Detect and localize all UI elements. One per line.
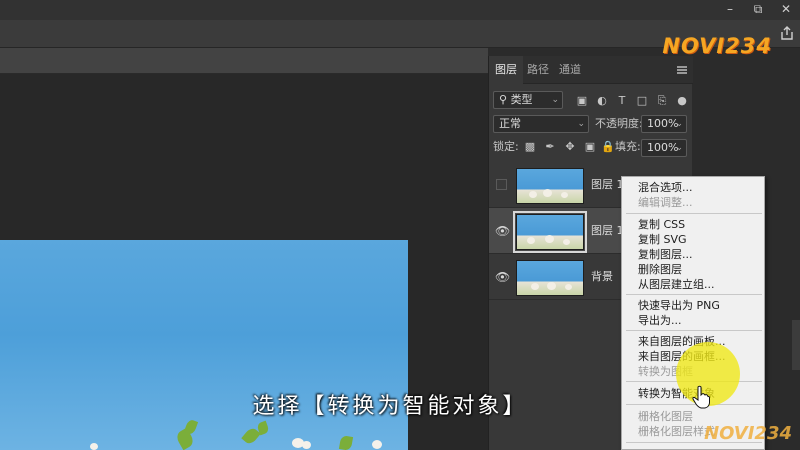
- watermark-logo: NOVI234: [662, 34, 772, 58]
- lock-all-icon[interactable]: 🔒: [601, 140, 615, 154]
- smart-object-filter-icon[interactable]: ⎘: [655, 94, 669, 108]
- menu-item-duplicate-layer[interactable]: 复制图层...: [622, 247, 764, 262]
- lock-position-icon[interactable]: ✥: [563, 140, 577, 154]
- filter-type-label: 类型: [510, 93, 533, 106]
- filter-toggle-icon[interactable]: ●: [675, 94, 689, 108]
- close-icon[interactable]: ✕: [772, 0, 800, 18]
- menu-separator: [626, 213, 762, 214]
- layer-thumbnail: [516, 260, 584, 296]
- filter-type-select[interactable]: ⚲ 类型 ⌄: [493, 91, 563, 109]
- fill-value: 100%: [647, 141, 679, 154]
- panel-tab-strip: 图层 路径 通道: [489, 56, 693, 84]
- blend-row: 正常 ⌄ 不透明度: 100% ⌄: [489, 115, 693, 137]
- lock-artboard-icon[interactable]: ▣: [583, 140, 597, 154]
- menu-item-group-from-layers[interactable]: 从图层建立组...: [622, 277, 764, 292]
- eye-icon[interactable]: 👁: [495, 270, 510, 284]
- menu-item-quick-export-png[interactable]: 快速导出为 PNG: [622, 298, 764, 313]
- subtitle-text: 选择【转换为智能对象】: [252, 394, 528, 419]
- video-subtitle: 选择【转换为智能对象】: [0, 388, 800, 420]
- type-filter-icon[interactable]: T: [615, 94, 629, 108]
- layer-thumbnail: [516, 168, 584, 204]
- right-scrollbar[interactable]: [792, 320, 800, 370]
- eye-icon[interactable]: 👁: [495, 224, 510, 238]
- fill-label: 填充:: [615, 140, 641, 153]
- menu-item-export-as[interactable]: 导出为...: [622, 313, 764, 328]
- menu-item-copy-css[interactable]: 复制 CSS: [622, 217, 764, 232]
- layer-name: 图层 1: [591, 224, 624, 237]
- tab-layers[interactable]: 图层: [489, 56, 523, 84]
- chevron-down-icon: ⌄: [577, 119, 585, 129]
- menu-item-copy-svg[interactable]: 复制 SVG: [622, 232, 764, 247]
- menu-item-blending-options[interactable]: 混合选项...: [622, 180, 764, 195]
- pixel-filter-icon[interactable]: ▣: [575, 94, 589, 108]
- restore-icon[interactable]: ⧉: [744, 0, 772, 18]
- menu-separator: [626, 330, 762, 331]
- lock-row: 锁定: ▩ ✒ ✥ ▣ 🔒 填充: 100% ⌄: [489, 138, 693, 160]
- shape-filter-icon[interactable]: □: [635, 94, 649, 108]
- opacity-value: 100%: [647, 117, 679, 130]
- layer-thumbnail: [513, 211, 587, 253]
- visibility-toggle[interactable]: [496, 179, 507, 190]
- tab-channels[interactable]: 通道: [553, 56, 587, 84]
- minimize-icon[interactable]: –: [716, 0, 744, 18]
- document-tab-strip: [0, 48, 488, 74]
- panel-menu-icon[interactable]: [677, 66, 687, 74]
- blend-mode-value: 正常: [499, 117, 521, 130]
- tab-paths[interactable]: 路径: [521, 56, 555, 84]
- opacity-label: 不透明度:: [595, 117, 643, 130]
- layer-name: 背景: [591, 270, 613, 283]
- lock-label: 锁定:: [493, 140, 519, 153]
- title-bar: – ⧉ ✕: [0, 0, 800, 20]
- search-icon: ⚲: [499, 93, 508, 106]
- chevron-down-icon: ⌄: [675, 143, 683, 153]
- chevron-down-icon: ⌄: [551, 95, 559, 105]
- opacity-input[interactable]: 100% ⌄: [641, 115, 687, 133]
- layer-name: 图层 1: [591, 178, 624, 191]
- share-icon[interactable]: [780, 26, 794, 40]
- lock-transparent-icon[interactable]: ▩: [523, 140, 537, 154]
- blend-mode-select[interactable]: 正常 ⌄: [493, 115, 589, 133]
- lock-image-icon[interactable]: ✒: [543, 140, 557, 154]
- fill-input[interactable]: 100% ⌄: [641, 139, 687, 157]
- menu-separator: [626, 294, 762, 295]
- adjustment-filter-icon[interactable]: ◐: [595, 94, 609, 108]
- filter-row: ⚲ 类型 ⌄ ▣ ◐ T □ ⎘ ●: [489, 91, 693, 113]
- menu-item-edit-adjustment: 编辑调整...: [638, 196, 693, 209]
- menu-item-delete-layer[interactable]: 删除图层: [622, 262, 764, 277]
- chevron-down-icon: ⌄: [675, 119, 683, 129]
- watermark-logo-bottom: NOVI234: [704, 423, 792, 444]
